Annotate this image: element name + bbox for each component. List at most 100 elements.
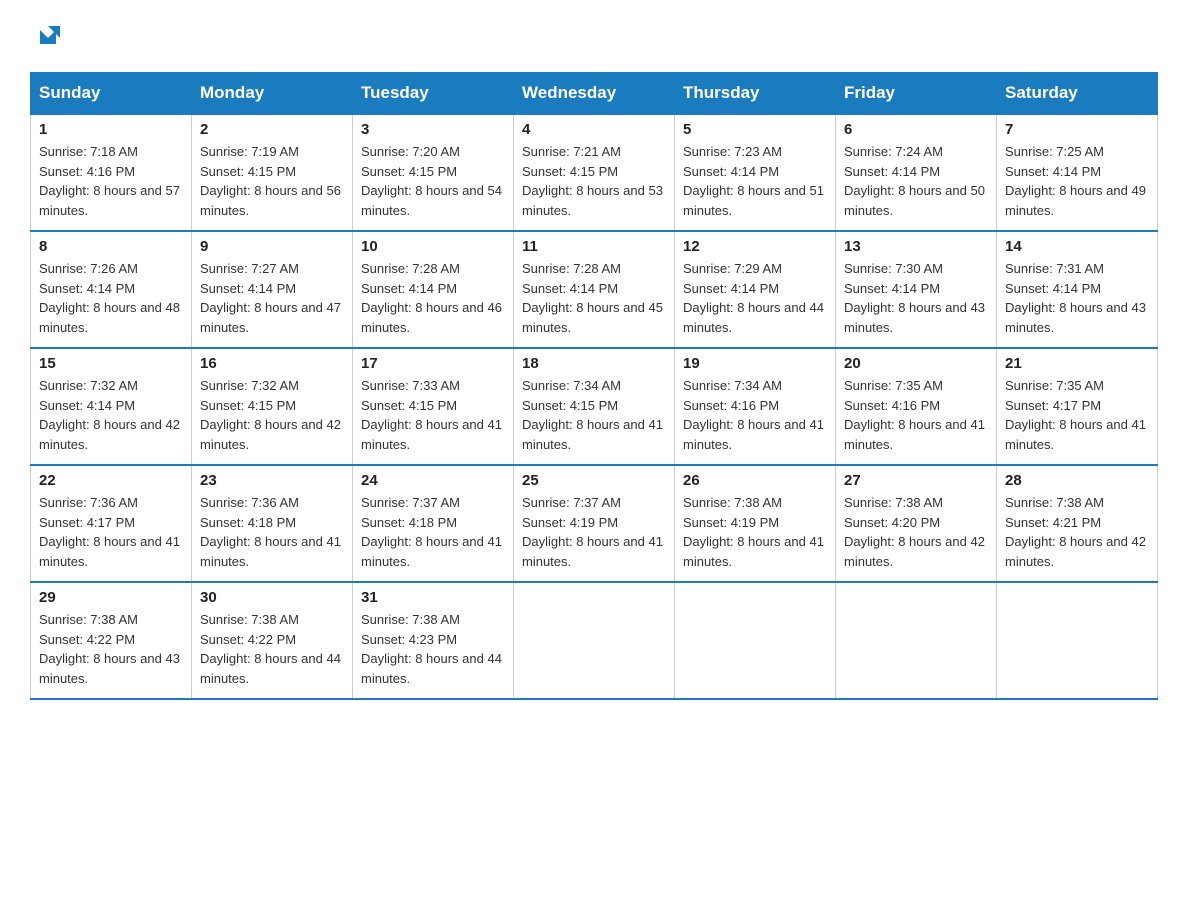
calendar-day-cell: 17 Sunrise: 7:33 AMSunset: 4:15 PMDaylig… — [353, 348, 514, 465]
calendar-week-row: 29 Sunrise: 7:38 AMSunset: 4:22 PMDaylig… — [31, 582, 1158, 699]
day-info: Sunrise: 7:37 AMSunset: 4:18 PMDaylight:… — [361, 493, 505, 571]
day-number: 2 — [200, 121, 344, 138]
calendar-header-row: SundayMondayTuesdayWednesdayThursdayFrid… — [31, 73, 1158, 115]
day-number: 15 — [39, 355, 183, 372]
calendar-week-row: 1 Sunrise: 7:18 AMSunset: 4:16 PMDayligh… — [31, 114, 1158, 231]
calendar-day-cell: 13 Sunrise: 7:30 AMSunset: 4:14 PMDaylig… — [836, 231, 997, 348]
calendar-day-cell: 25 Sunrise: 7:37 AMSunset: 4:19 PMDaylig… — [514, 465, 675, 582]
day-of-week-header: Wednesday — [514, 73, 675, 115]
day-info: Sunrise: 7:32 AMSunset: 4:14 PMDaylight:… — [39, 376, 183, 454]
day-number: 18 — [522, 355, 666, 372]
calendar-day-cell — [675, 582, 836, 699]
day-of-week-header: Tuesday — [353, 73, 514, 115]
calendar-day-cell: 1 Sunrise: 7:18 AMSunset: 4:16 PMDayligh… — [31, 114, 192, 231]
day-info: Sunrise: 7:24 AMSunset: 4:14 PMDaylight:… — [844, 142, 988, 220]
day-number: 6 — [844, 121, 988, 138]
calendar-day-cell: 21 Sunrise: 7:35 AMSunset: 4:17 PMDaylig… — [997, 348, 1158, 465]
logo-icon — [32, 20, 64, 52]
day-of-week-header: Sunday — [31, 73, 192, 115]
day-info: Sunrise: 7:36 AMSunset: 4:18 PMDaylight:… — [200, 493, 344, 571]
day-number: 11 — [522, 238, 666, 255]
logo — [30, 20, 66, 52]
day-of-week-header: Saturday — [997, 73, 1158, 115]
day-number: 12 — [683, 238, 827, 255]
day-number: 17 — [361, 355, 505, 372]
calendar-table: SundayMondayTuesdayWednesdayThursdayFrid… — [30, 72, 1158, 700]
calendar-day-cell: 15 Sunrise: 7:32 AMSunset: 4:14 PMDaylig… — [31, 348, 192, 465]
calendar-day-cell: 2 Sunrise: 7:19 AMSunset: 4:15 PMDayligh… — [192, 114, 353, 231]
day-number: 4 — [522, 121, 666, 138]
calendar-day-cell: 16 Sunrise: 7:32 AMSunset: 4:15 PMDaylig… — [192, 348, 353, 465]
calendar-day-cell: 19 Sunrise: 7:34 AMSunset: 4:16 PMDaylig… — [675, 348, 836, 465]
day-info: Sunrise: 7:18 AMSunset: 4:16 PMDaylight:… — [39, 142, 183, 220]
day-info: Sunrise: 7:36 AMSunset: 4:17 PMDaylight:… — [39, 493, 183, 571]
day-number: 9 — [200, 238, 344, 255]
day-info: Sunrise: 7:38 AMSunset: 4:22 PMDaylight:… — [200, 610, 344, 688]
calendar-day-cell: 23 Sunrise: 7:36 AMSunset: 4:18 PMDaylig… — [192, 465, 353, 582]
calendar-day-cell: 28 Sunrise: 7:38 AMSunset: 4:21 PMDaylig… — [997, 465, 1158, 582]
calendar-day-cell: 29 Sunrise: 7:38 AMSunset: 4:22 PMDaylig… — [31, 582, 192, 699]
calendar-day-cell: 20 Sunrise: 7:35 AMSunset: 4:16 PMDaylig… — [836, 348, 997, 465]
day-info: Sunrise: 7:35 AMSunset: 4:16 PMDaylight:… — [844, 376, 988, 454]
calendar-day-cell: 6 Sunrise: 7:24 AMSunset: 4:14 PMDayligh… — [836, 114, 997, 231]
day-info: Sunrise: 7:19 AMSunset: 4:15 PMDaylight:… — [200, 142, 344, 220]
day-info: Sunrise: 7:38 AMSunset: 4:20 PMDaylight:… — [844, 493, 988, 571]
day-info: Sunrise: 7:38 AMSunset: 4:21 PMDaylight:… — [1005, 493, 1149, 571]
day-of-week-header: Thursday — [675, 73, 836, 115]
day-number: 20 — [844, 355, 988, 372]
calendar-day-cell: 9 Sunrise: 7:27 AMSunset: 4:14 PMDayligh… — [192, 231, 353, 348]
calendar-day-cell: 7 Sunrise: 7:25 AMSunset: 4:14 PMDayligh… — [997, 114, 1158, 231]
day-info: Sunrise: 7:32 AMSunset: 4:15 PMDaylight:… — [200, 376, 344, 454]
day-number: 26 — [683, 472, 827, 489]
day-number: 27 — [844, 472, 988, 489]
day-number: 16 — [200, 355, 344, 372]
calendar-day-cell: 24 Sunrise: 7:37 AMSunset: 4:18 PMDaylig… — [353, 465, 514, 582]
day-number: 22 — [39, 472, 183, 489]
day-info: Sunrise: 7:28 AMSunset: 4:14 PMDaylight:… — [361, 259, 505, 337]
day-info: Sunrise: 7:23 AMSunset: 4:14 PMDaylight:… — [683, 142, 827, 220]
calendar-day-cell: 3 Sunrise: 7:20 AMSunset: 4:15 PMDayligh… — [353, 114, 514, 231]
calendar-day-cell: 18 Sunrise: 7:34 AMSunset: 4:15 PMDaylig… — [514, 348, 675, 465]
day-info: Sunrise: 7:38 AMSunset: 4:19 PMDaylight:… — [683, 493, 827, 571]
calendar-day-cell: 14 Sunrise: 7:31 AMSunset: 4:14 PMDaylig… — [997, 231, 1158, 348]
day-info: Sunrise: 7:34 AMSunset: 4:16 PMDaylight:… — [683, 376, 827, 454]
calendar-day-cell — [997, 582, 1158, 699]
calendar-day-cell: 5 Sunrise: 7:23 AMSunset: 4:14 PMDayligh… — [675, 114, 836, 231]
day-info: Sunrise: 7:33 AMSunset: 4:15 PMDaylight:… — [361, 376, 505, 454]
day-number: 3 — [361, 121, 505, 138]
calendar-day-cell: 8 Sunrise: 7:26 AMSunset: 4:14 PMDayligh… — [31, 231, 192, 348]
day-info: Sunrise: 7:38 AMSunset: 4:23 PMDaylight:… — [361, 610, 505, 688]
day-number: 21 — [1005, 355, 1149, 372]
day-number: 13 — [844, 238, 988, 255]
calendar-day-cell: 22 Sunrise: 7:36 AMSunset: 4:17 PMDaylig… — [31, 465, 192, 582]
calendar-day-cell: 4 Sunrise: 7:21 AMSunset: 4:15 PMDayligh… — [514, 114, 675, 231]
calendar-day-cell: 27 Sunrise: 7:38 AMSunset: 4:20 PMDaylig… — [836, 465, 997, 582]
day-of-week-header: Monday — [192, 73, 353, 115]
day-number: 8 — [39, 238, 183, 255]
day-info: Sunrise: 7:30 AMSunset: 4:14 PMDaylight:… — [844, 259, 988, 337]
day-info: Sunrise: 7:28 AMSunset: 4:14 PMDaylight:… — [522, 259, 666, 337]
page-header — [30, 20, 1158, 52]
day-number: 28 — [1005, 472, 1149, 489]
day-number: 1 — [39, 121, 183, 138]
day-info: Sunrise: 7:21 AMSunset: 4:15 PMDaylight:… — [522, 142, 666, 220]
day-of-week-header: Friday — [836, 73, 997, 115]
day-number: 7 — [1005, 121, 1149, 138]
day-number: 29 — [39, 589, 183, 606]
day-info: Sunrise: 7:35 AMSunset: 4:17 PMDaylight:… — [1005, 376, 1149, 454]
calendar-day-cell — [836, 582, 997, 699]
day-number: 25 — [522, 472, 666, 489]
day-number: 10 — [361, 238, 505, 255]
calendar-week-row: 8 Sunrise: 7:26 AMSunset: 4:14 PMDayligh… — [31, 231, 1158, 348]
calendar-week-row: 15 Sunrise: 7:32 AMSunset: 4:14 PMDaylig… — [31, 348, 1158, 465]
day-info: Sunrise: 7:34 AMSunset: 4:15 PMDaylight:… — [522, 376, 666, 454]
day-number: 24 — [361, 472, 505, 489]
day-info: Sunrise: 7:20 AMSunset: 4:15 PMDaylight:… — [361, 142, 505, 220]
day-info: Sunrise: 7:38 AMSunset: 4:22 PMDaylight:… — [39, 610, 183, 688]
day-number: 31 — [361, 589, 505, 606]
day-number: 30 — [200, 589, 344, 606]
calendar-week-row: 22 Sunrise: 7:36 AMSunset: 4:17 PMDaylig… — [31, 465, 1158, 582]
day-number: 23 — [200, 472, 344, 489]
day-number: 5 — [683, 121, 827, 138]
day-info: Sunrise: 7:29 AMSunset: 4:14 PMDaylight:… — [683, 259, 827, 337]
